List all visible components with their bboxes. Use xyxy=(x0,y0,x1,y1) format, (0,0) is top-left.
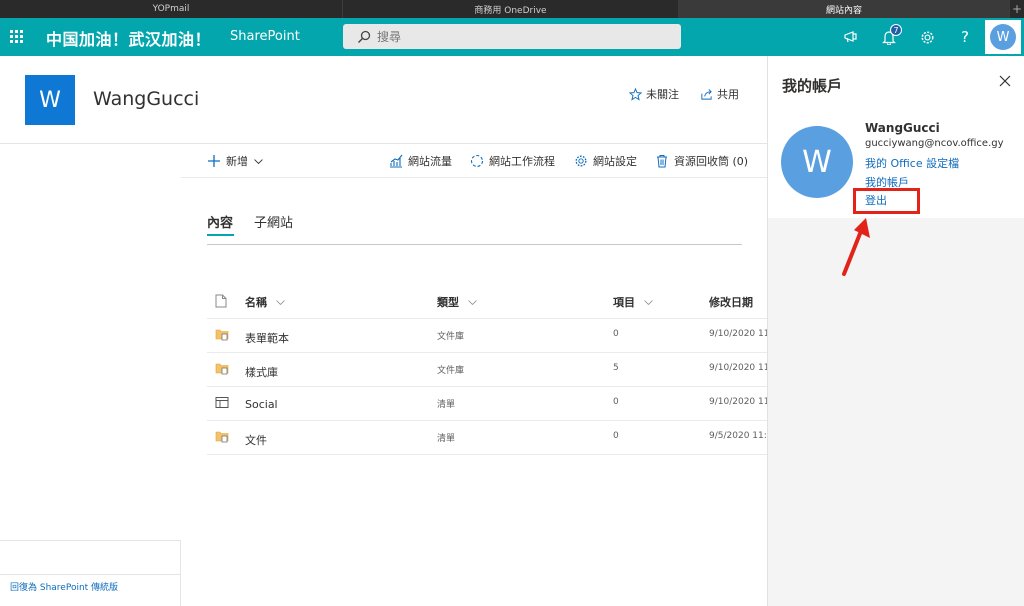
site-settings-button[interactable]: 網站設定 xyxy=(574,153,637,169)
row-modified: 9/10/2020 11: xyxy=(709,329,767,339)
workflow-icon xyxy=(470,154,484,168)
name-column-label: 名稱 xyxy=(245,296,267,309)
app-launcher-icon[interactable] xyxy=(10,30,24,44)
gear-icon xyxy=(575,155,587,167)
row-modified: 9/10/2020 11: xyxy=(709,363,767,373)
browser-tab-strip: YOPmail 商務用 OneDrive 網站內容 + xyxy=(0,0,1024,18)
left-nav-divider xyxy=(0,574,181,575)
active-tab-indicator xyxy=(207,234,234,236)
row-type: 文件庫 xyxy=(437,366,465,376)
row-items: 0 xyxy=(613,431,619,441)
new-tab-button[interactable]: + xyxy=(1010,0,1024,18)
library-icon xyxy=(215,363,229,375)
table-row[interactable]: 表單範本 文件庫 0 9/10/2020 11: xyxy=(207,319,767,353)
row-items: 0 xyxy=(613,329,619,339)
row-items: 5 xyxy=(613,363,619,373)
tab-label: YOPmail xyxy=(152,4,190,14)
library-icon xyxy=(215,431,229,443)
star-icon xyxy=(629,87,642,101)
name-column-header[interactable]: 名稱 xyxy=(245,294,286,310)
follow-button[interactable]: 未關注 xyxy=(629,86,679,102)
new-button[interactable]: 新增 xyxy=(207,153,264,169)
command-bar: 新增 網站流量 網站工作流程 網站設定 資源回收筒 (0) xyxy=(181,144,767,178)
row-name-link[interactable]: 樣式庫 xyxy=(245,364,278,380)
modified-column-label: 修改日期 xyxy=(709,296,753,309)
megaphone-icon[interactable] xyxy=(841,27,861,47)
browser-tab-yopmail[interactable]: YOPmail xyxy=(0,0,343,18)
chart-icon xyxy=(390,154,403,168)
avatar: W xyxy=(990,24,1016,50)
office-profile-link[interactable]: 我的 Office 設定檔 xyxy=(865,155,959,171)
analytics-label: 網站流量 xyxy=(408,155,452,168)
share-button[interactable]: 共用 xyxy=(700,86,739,102)
trash-icon xyxy=(657,155,667,168)
search-icon xyxy=(358,30,371,43)
tab-subsites[interactable]: 子網站 xyxy=(254,212,293,231)
plus-icon xyxy=(208,155,220,167)
type-column-header[interactable]: 類型 xyxy=(437,294,478,310)
row-name-link[interactable]: 表單範本 xyxy=(245,330,289,346)
site-title[interactable]: WangGucci xyxy=(93,88,199,110)
row-type: 清單 xyxy=(437,400,456,410)
close-icon[interactable] xyxy=(998,74,1012,88)
list-icon xyxy=(215,397,229,408)
recycle-bin-button[interactable]: 資源回收筒 (0) xyxy=(655,153,748,169)
account-avatar-button[interactable]: W xyxy=(985,20,1021,54)
search-box[interactable] xyxy=(343,24,681,49)
account-panel: 我的帳戶 W WangGucci gucciywang@ncov.office.… xyxy=(767,56,1024,606)
chevron-down-icon xyxy=(468,299,477,305)
suite-header: 中国加油！武汉加油！ SharePoint ? xyxy=(0,18,1024,56)
gear-icon[interactable] xyxy=(917,27,937,47)
chevron-down-icon xyxy=(254,158,263,164)
help-icon[interactable]: ? xyxy=(955,27,975,47)
site-workflow-button[interactable]: 網站工作流程 xyxy=(470,153,555,169)
recycle-label: 資源回收筒 (0) xyxy=(674,155,749,168)
workflow-label: 網站工作流程 xyxy=(489,155,555,168)
row-type: 文件庫 xyxy=(437,332,465,342)
browser-tab-onedrive[interactable]: 商務用 OneDrive xyxy=(343,0,679,18)
tab-label: 商務用 OneDrive xyxy=(474,5,547,16)
site-logo[interactable]: W xyxy=(25,75,75,125)
tab-label: 網站內容 xyxy=(825,5,862,16)
share-label: 共用 xyxy=(717,88,739,101)
table-row[interactable]: 文件 清單 0 9/5/2020 11:2 xyxy=(207,421,767,455)
app-name-link[interactable]: SharePoint xyxy=(230,29,300,44)
table-row[interactable]: Social 清單 0 9/10/2020 11: xyxy=(207,387,767,421)
tab-contents[interactable]: 內容 xyxy=(207,212,233,231)
row-modified: 9/5/2020 11:2 xyxy=(709,431,767,441)
panel-title: 我的帳戶 xyxy=(782,77,843,95)
chevron-down-icon xyxy=(644,299,653,305)
library-icon xyxy=(215,329,229,341)
return-to-classic-link[interactable]: 回復為 SharePoint 傳統版 xyxy=(10,580,118,593)
account-email: gucciywang@ncov.office.gy xyxy=(865,138,1004,149)
row-modified: 9/10/2020 11: xyxy=(709,397,767,407)
brand-title[interactable]: 中国加油！武汉加油！ xyxy=(46,26,211,50)
new-label: 新增 xyxy=(226,155,248,168)
site-analytics-button[interactable]: 網站流量 xyxy=(389,153,452,169)
row-name-link[interactable]: 文件 xyxy=(245,432,267,448)
modified-column-header[interactable]: 修改日期 xyxy=(709,294,753,310)
settings-label: 網站設定 xyxy=(593,155,637,168)
row-items: 0 xyxy=(613,397,619,407)
file-type-column-header[interactable] xyxy=(215,294,227,308)
left-nav-border xyxy=(180,540,181,606)
share-icon xyxy=(701,88,712,100)
browser-tab-site-contents[interactable]: 網站內容 xyxy=(679,0,1010,18)
search-input[interactable] xyxy=(377,29,657,44)
row-type: 清單 xyxy=(437,434,456,444)
left-nav-divider xyxy=(0,540,181,541)
items-column-label: 項目 xyxy=(613,296,635,309)
account-avatar: W xyxy=(781,126,853,198)
tab-divider xyxy=(207,244,742,245)
table-row[interactable]: 樣式庫 文件庫 5 9/10/2020 11: xyxy=(207,353,767,387)
items-column-header[interactable]: 項目 xyxy=(613,294,654,310)
account-name: WangGucci xyxy=(865,121,940,135)
red-arrow-icon xyxy=(842,218,870,276)
chevron-down-icon xyxy=(276,299,285,305)
follow-label: 未關注 xyxy=(646,88,679,101)
type-column-label: 類型 xyxy=(437,296,459,309)
document-icon xyxy=(215,294,227,308)
notification-badge: 7 xyxy=(890,24,902,36)
row-name-link[interactable]: Social xyxy=(245,398,278,411)
